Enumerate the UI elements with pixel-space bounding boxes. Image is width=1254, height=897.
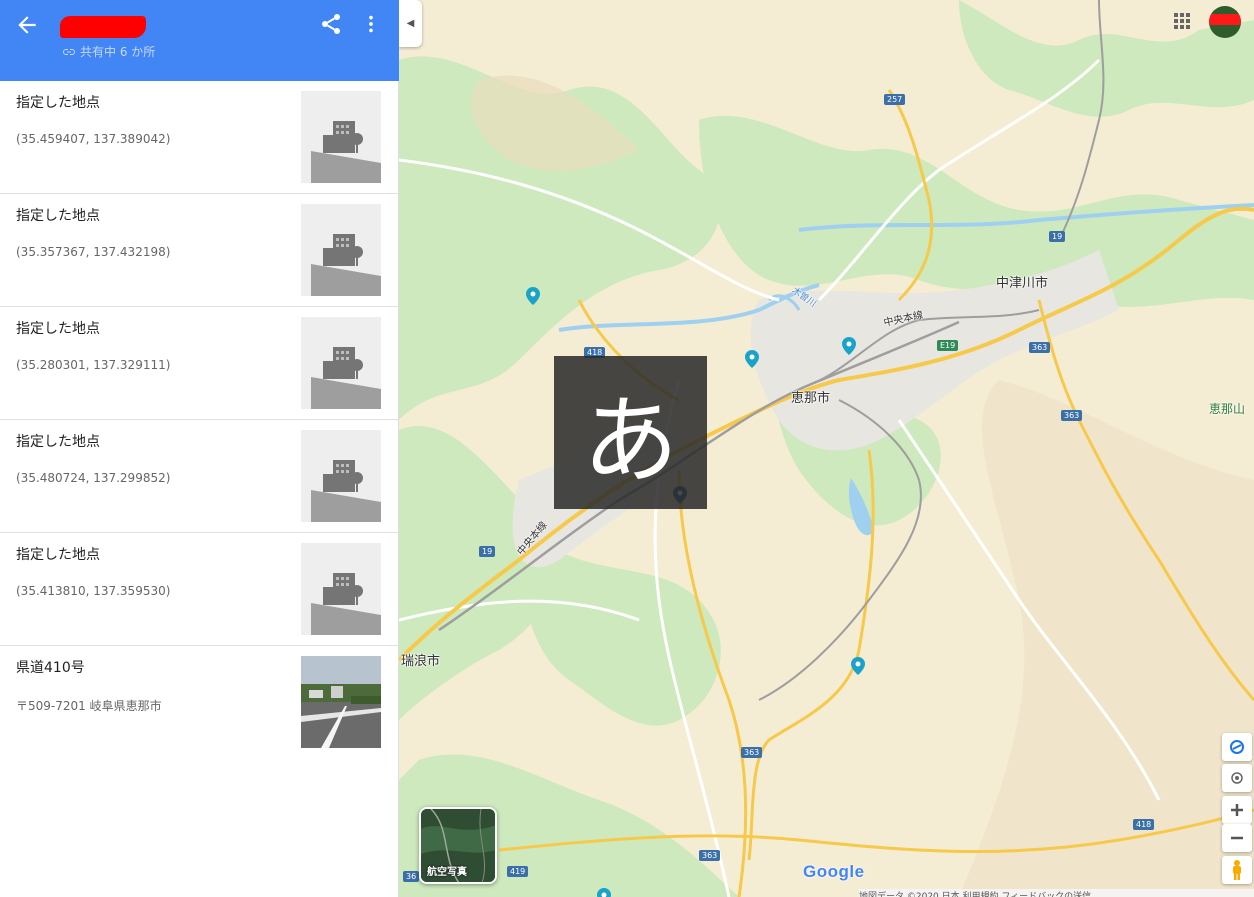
place-list: 指定した地点 (35.459407, 137.389042) 指定した地点 (3… (0, 81, 399, 759)
map-pin-icon[interactable] (526, 287, 540, 305)
map-terrain (399, 0, 1254, 897)
place-coords: (35.280301, 137.329111) (16, 358, 171, 372)
zoom-out-button[interactable] (1222, 824, 1252, 852)
place-name: 指定した地点 (16, 95, 100, 111)
link-icon (63, 48, 75, 55)
place-coords: (35.480724, 137.299852) (16, 471, 171, 485)
route-shield: 257 (884, 94, 906, 105)
place-name: 県道410号 (16, 660, 85, 676)
more-vert-icon[interactable] (360, 12, 382, 36)
place-address: 〒509-7201 岐阜県恵那市 (16, 699, 162, 713)
place-name: 指定した地点 (16, 321, 100, 337)
map-pin-icon[interactable] (745, 350, 759, 368)
route-shield: 363 (1029, 342, 1051, 353)
map-label-nakatsugawa: 中津川市 (996, 276, 1049, 291)
map-pin-icon[interactable] (597, 888, 611, 897)
pegman-button[interactable] (1222, 856, 1252, 884)
map-footer: 地図データ ©2020 日本 利用規約 フィードバックの送信 (859, 889, 1254, 897)
avatar-redaction (1209, 14, 1241, 25)
building-placeholder-icon (301, 543, 381, 635)
my-location-button[interactable] (1222, 764, 1252, 792)
google-logo: Google (803, 862, 865, 881)
collapse-panel-button[interactable]: ◀ (399, 0, 422, 47)
zoom-in-button[interactable] (1222, 796, 1252, 824)
place-item[interactable]: 県道410号 〒509-7201 岐阜県恵那市 (0, 646, 399, 759)
building-placeholder-icon (301, 91, 381, 183)
my-location-icon (1231, 772, 1243, 784)
apps-grid-icon[interactable] (1173, 12, 1191, 30)
building-placeholder-icon (301, 430, 381, 522)
aerial-label: 航空写真 (427, 867, 467, 878)
place-coords: (35.413810, 137.359530) (16, 584, 171, 598)
share-icon[interactable] (319, 12, 343, 36)
map-label-ena: 恵那市 (791, 391, 831, 406)
minus-icon (1231, 836, 1243, 840)
shared-count: 共有中 6 か所 (63, 43, 155, 60)
aerial-view-toggle[interactable]: 航空写真 (419, 807, 497, 884)
place-coords: (35.357367, 137.432198) (16, 245, 171, 259)
route-shield: 419 (507, 866, 529, 877)
place-item[interactable]: 指定した地点 (35.357367, 137.432198) (0, 194, 399, 307)
shared-places-panel: 共有中 6 か所 指定した地点 (35.459407, 137.389042) … (0, 0, 399, 897)
route-shield: 19 (1049, 231, 1066, 242)
panel-header: 共有中 6 か所 (0, 0, 399, 81)
shared-count-text: 共有中 6 か所 (80, 45, 156, 59)
place-coords: (35.459407, 137.389042) (16, 132, 171, 146)
street-view-photo (301, 656, 381, 748)
place-name: 指定した地点 (16, 434, 100, 450)
route-shield: 363 (741, 747, 763, 758)
map-pin-icon[interactable] (851, 657, 865, 675)
route-shield: 19 (479, 546, 496, 557)
ime-char: あ (582, 385, 679, 497)
route-shield-expressway: E19 (937, 340, 959, 351)
ime-mode-indicator: あ (554, 356, 707, 509)
place-item[interactable]: 指定した地点 (35.280301, 137.329111) (0, 307, 399, 420)
place-item[interactable]: 指定した地点 (35.459407, 137.389042) (0, 81, 399, 194)
building-placeholder-icon (301, 204, 381, 296)
route-shield: 363 (699, 850, 721, 861)
place-name: 指定した地点 (16, 208, 100, 224)
place-item[interactable]: 指定した地点 (35.480724, 137.299852) (0, 420, 399, 533)
route-shield: 418 (1133, 819, 1155, 830)
layers-button[interactable] (1222, 733, 1252, 761)
map-canvas[interactable]: 中津川市 恵那市 瑞浪市 恵那山 中央本線 中央本線 木曽川 257 19 19… (399, 0, 1254, 897)
route-shield: 36 (403, 871, 420, 882)
map-label-enasan: 恵那山 (1209, 402, 1246, 416)
pegman-icon (1233, 860, 1241, 880)
place-item[interactable]: 指定した地点 (35.413810, 137.359530) (0, 533, 399, 646)
no-entry-icon (1230, 740, 1244, 754)
back-arrow-icon[interactable] (14, 12, 40, 38)
maps-app: 共有中 6 か所 指定した地点 (35.459407, 137.389042) … (0, 0, 1254, 897)
route-shield: 363 (1061, 410, 1083, 421)
map-label-mizunami: 瑞浪市 (401, 654, 441, 669)
avatar[interactable] (1209, 6, 1241, 38)
plus-icon (1231, 804, 1243, 816)
building-placeholder-icon (301, 317, 381, 409)
redacted-list-title (60, 16, 146, 38)
map-pin-icon[interactable] (842, 337, 856, 355)
place-name: 指定した地点 (16, 547, 100, 563)
